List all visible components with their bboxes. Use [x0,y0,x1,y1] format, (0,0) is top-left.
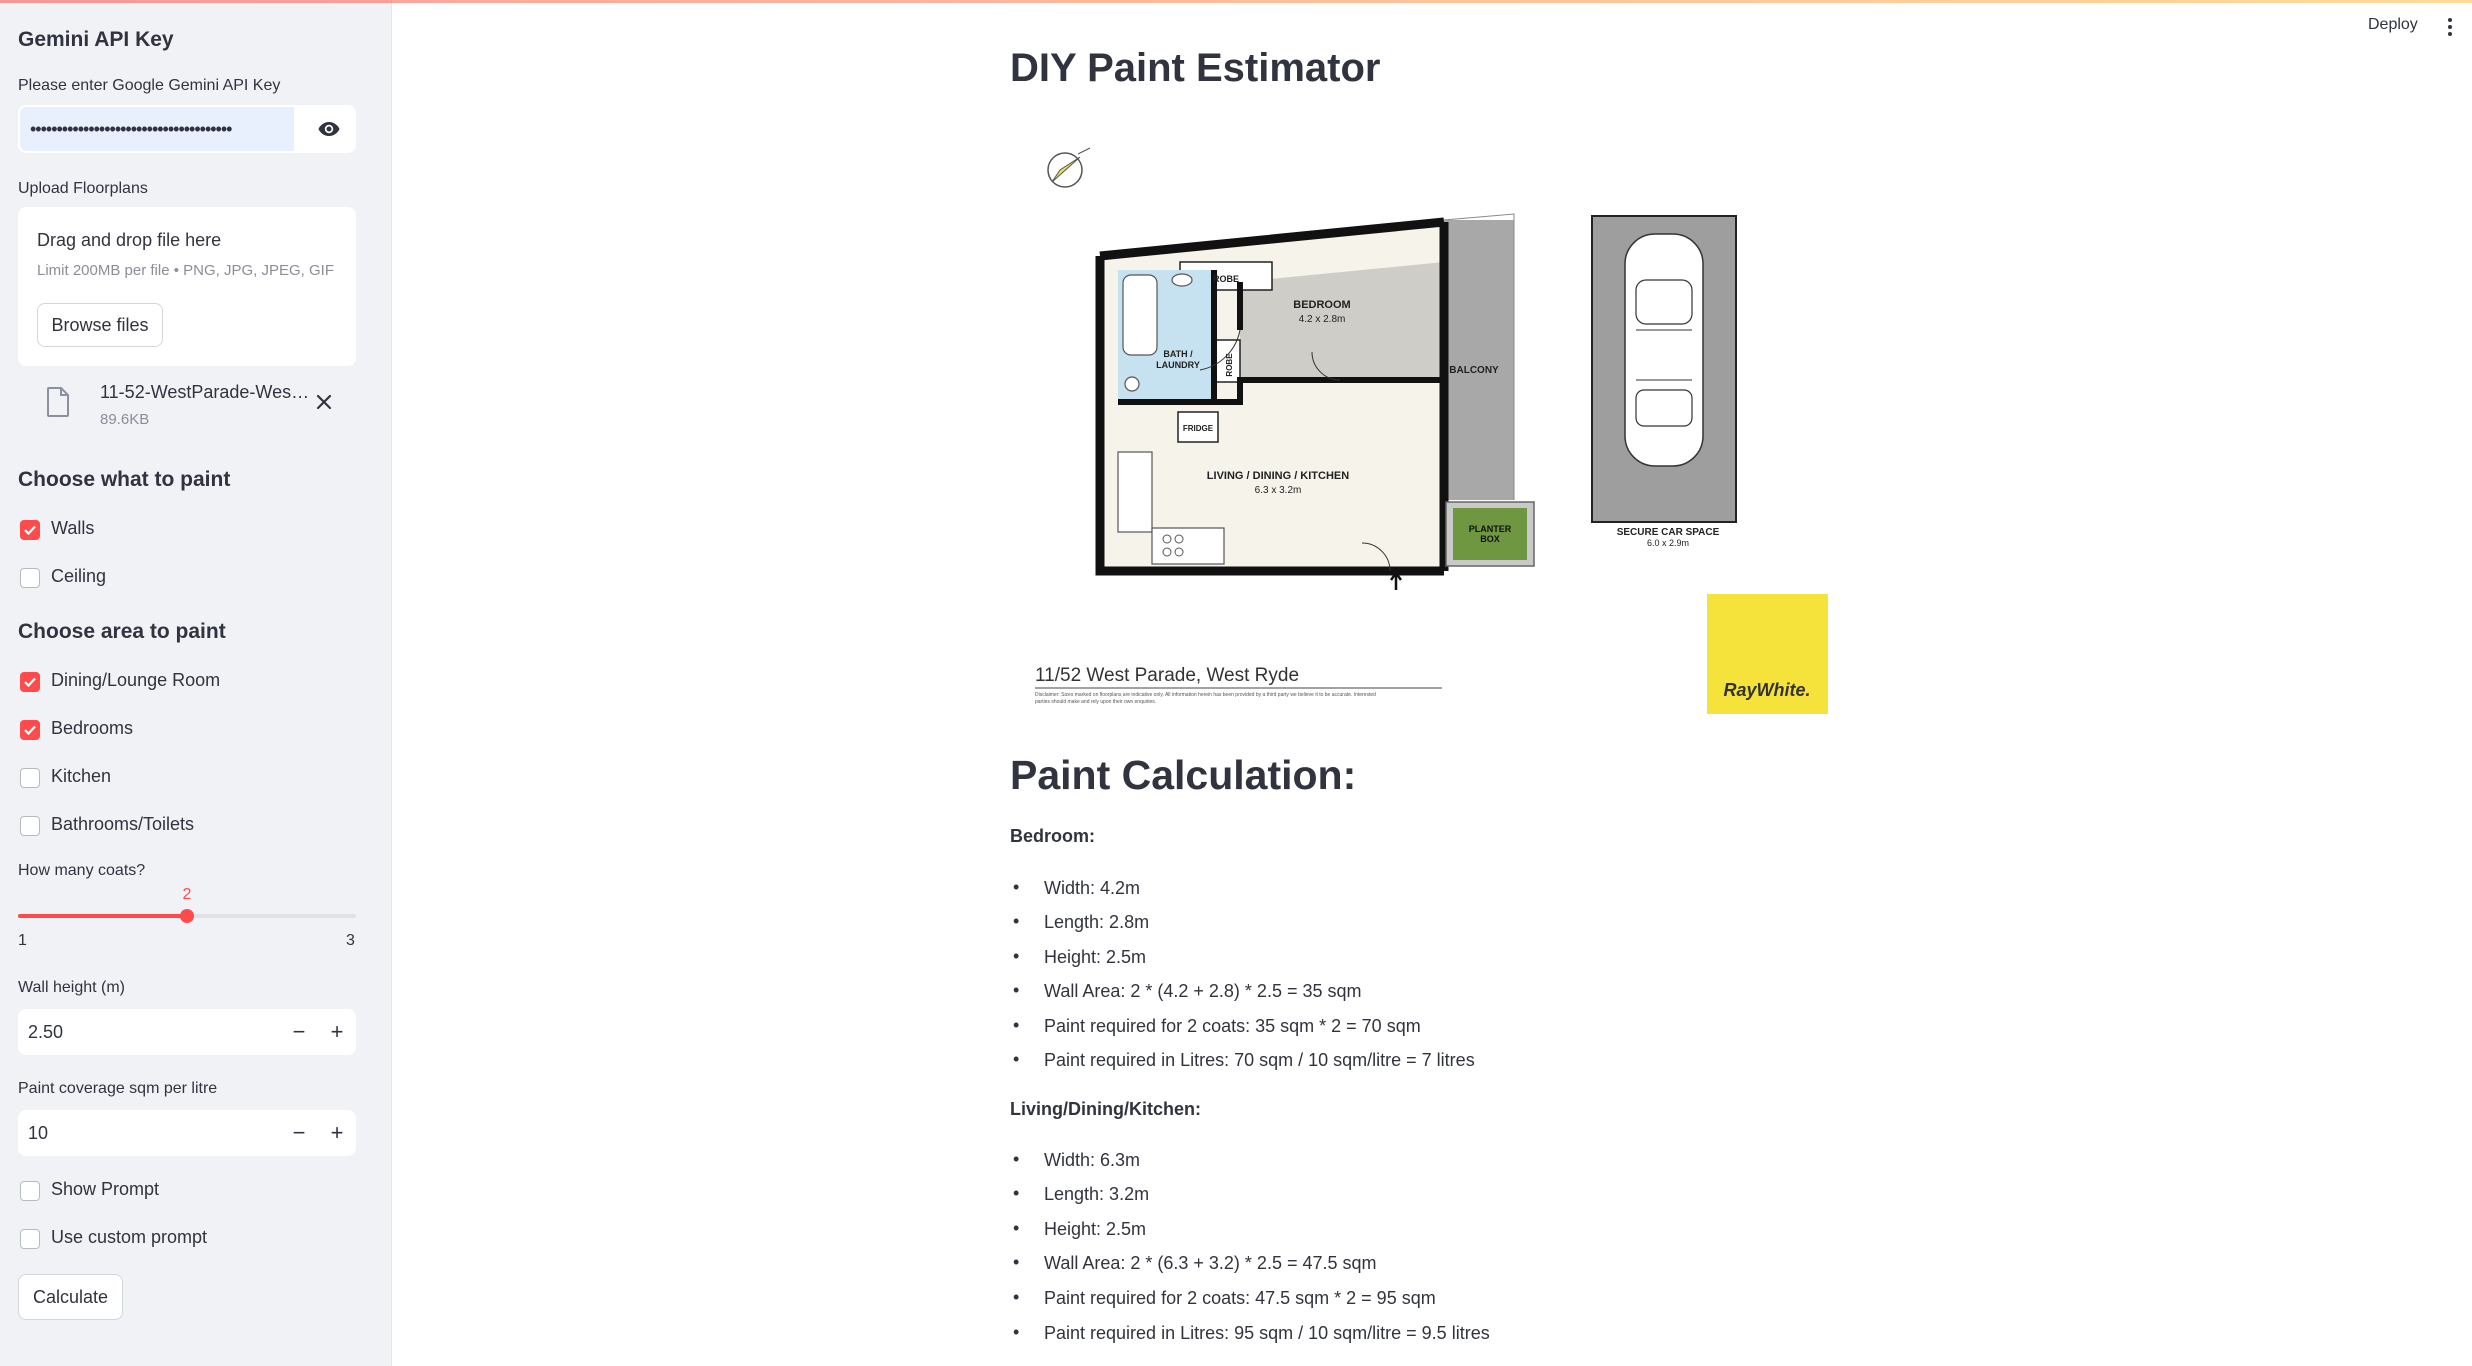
coats-label: How many coats? [18,862,146,879]
living-section-title: Living/Dining/Kitchen: [1010,1099,1201,1119]
upload-label: Upload Floorplans [18,180,148,197]
api-key-field: •••••••••••••••••••••••••••••••••••••• [18,105,356,153]
toilet [1124,376,1140,392]
coats-max-label: 3 [346,932,355,949]
coats-slider-thumb[interactable] [180,909,194,923]
bedroom-label: BEDROOM [1293,299,1350,311]
wall-height-increment-button[interactable]: + [318,1009,356,1055]
basin [1171,273,1193,287]
browse-files-button[interactable]: Browse files [37,303,163,347]
eye-icon[interactable] [316,117,342,141]
area-title: Choose area to paint [18,620,226,643]
coats-slider-value: 2 [182,886,192,903]
bedroom-section-title: Bedroom: [1010,826,1095,846]
file-dropzone[interactable]: Drag and drop file here Limit 200MB per … [18,207,356,366]
wall-height-decrement-button[interactable]: − [280,1009,318,1055]
balcony-area [1444,220,1514,500]
deploy-button[interactable]: Deploy [2368,16,2418,34]
living-label: LIVING / DINING / KITCHEN [1207,470,1349,482]
robe-top-label: ROBE [1213,274,1239,284]
dropzone-limit: Limit 200MB per file • PNG, JPG, JPEG, G… [37,262,334,279]
bedrooms-label: Bedrooms [51,718,134,738]
uploaded-file-size: 89.6KB [100,411,150,428]
coats-min-label: 1 [18,932,27,949]
bathrooms-label: Bathrooms/Toilets [51,814,195,834]
car-icon [1624,233,1704,467]
bath-label-1: BATH / [1163,349,1193,359]
wall-height-input[interactable]: 2.50 [28,1009,63,1055]
wall-height-label: Wall height (m) [18,979,125,996]
checkbox-box[interactable] [20,568,40,588]
remove-file-icon[interactable] [314,392,334,412]
planter-label-2: BOX [1480,534,1500,544]
fridge-label: FRIDGE [1183,424,1214,433]
coverage-stepper: 10 − + [18,1110,356,1156]
more-menu-icon[interactable] [2448,18,2452,36]
api-key-label: Please enter Google Gemini API Key [18,77,281,94]
car-space-size: 6.0 x 2.9m [1647,538,1689,548]
checkbox-box[interactable] [20,672,40,692]
kitchen-bench [1117,451,1153,533]
calculate-button[interactable]: Calculate [18,1274,123,1320]
checkbox-box[interactable] [20,768,40,788]
floorplan-image: BALCONY ROBE BEDROOM 4.2 x 2.8m BATH / L… [1035,147,1828,714]
coverage-input[interactable]: 10 [28,1110,48,1156]
file-icon [47,387,69,417]
wall-height-stepper: 2.50 − + [18,1009,356,1055]
coverage-label: Paint coverage sqm per litre [18,1080,218,1097]
bathtub [1122,274,1158,356]
kitchen-label: Kitchen [51,766,112,786]
checkbox-box[interactable] [20,816,40,836]
raywhite-logo-text: RayWhite. [1723,680,1810,700]
checkbox-box[interactable] [20,720,40,740]
custom-prompt-label: Use custom prompt [51,1227,208,1247]
cooktop [1151,527,1225,565]
planter-label-1: PLANTER [1469,524,1512,534]
floorplan-disclaimer-1: Disclaimer: Sizes marked on floorplans a… [1035,692,1376,698]
coverage-increment-button[interactable]: + [318,1110,356,1156]
coats-slider-fill [18,914,187,918]
checkbox-box[interactable] [20,1229,40,1249]
page-title: DIY Paint Estimator [1010,46,1381,90]
coverage-decrement-button[interactable]: − [280,1110,318,1156]
ceiling-label: Ceiling [51,566,107,586]
bath-label-2: LAUNDRY [1156,360,1200,370]
compass-icon [1047,147,1091,188]
entry-arrow [1389,570,1403,590]
api-key-input[interactable]: •••••••••••••••••••••••••••••••••••••• [20,107,294,151]
coats-slider[interactable] [18,909,356,923]
robe-side-label: ROBE [1225,353,1234,377]
car-space-label: SECURE CAR SPACE [1617,527,1720,538]
living-size: 6.3 x 3.2m [1255,485,1302,496]
sidebar: Gemini API Key Please enter Google Gemin… [0,0,392,1366]
floorplan-address: 11/52 West Parade, West Ryde [1035,665,1299,686]
uploaded-file-name: 11-52-WestParade-West... [100,382,310,402]
api-section-title: Gemini API Key [18,28,174,51]
dropzone-title: Drag and drop file here [37,230,222,250]
top-decoration-bar [0,0,2472,3]
calculation-title: Paint Calculation: [1010,752,1357,798]
walls-label: Walls [51,518,95,538]
show-prompt-label: Show Prompt [51,1179,160,1199]
bedroom-size: 4.2 x 2.8m [1299,314,1346,325]
checkbox-box[interactable] [20,520,40,540]
paint-what-title: Choose what to paint [18,468,231,491]
balcony-label: BALCONY [1449,365,1499,376]
checkbox-box[interactable] [20,1181,40,1201]
floorplan-disclaimer-2: parties should make and rely upon their … [1035,699,1156,705]
dining-lounge-label: Dining/Lounge Room [51,670,221,690]
